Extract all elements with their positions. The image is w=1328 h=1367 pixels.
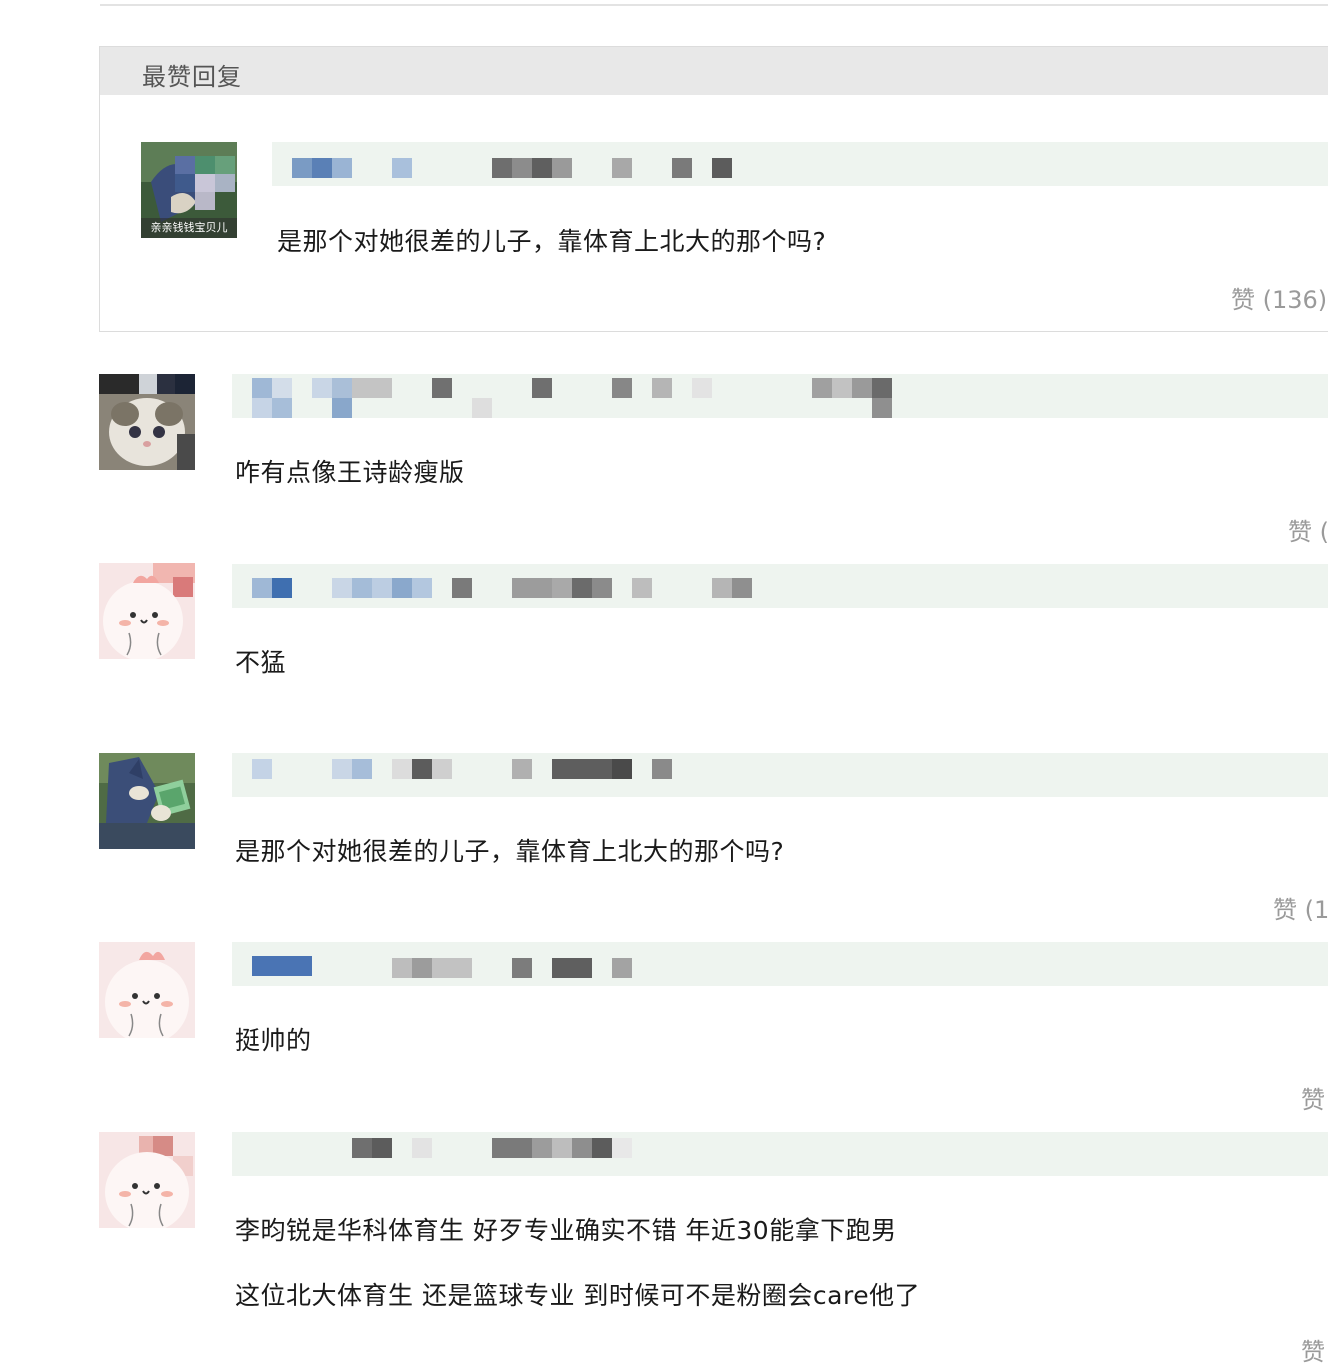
section-title: 最赞回复 — [142, 63, 242, 91]
svg-text:亲亲钱钱宝贝儿: 亲亲钱钱宝贝儿 — [151, 220, 228, 234]
comment-text-line-2: 这位北大体育生 还是篮球专业 到时候可不是粉圈会care他了 — [235, 1281, 921, 1310]
avatar[interactable] — [99, 374, 195, 470]
section-header: 最赞回复 — [100, 47, 1328, 95]
cartoon-cat-avatar-icon — [99, 753, 195, 849]
cartoon-cat-avatar-icon: 亲亲钱钱宝贝儿 — [141, 142, 237, 238]
like-button[interactable]: 赞 — [1301, 1080, 1325, 1115]
avatar[interactable] — [99, 942, 195, 1038]
username-blurred[interactable] — [232, 753, 1328, 797]
like-button[interactable]: 赞 (1 — [1273, 890, 1328, 925]
cat-photo-avatar-icon — [99, 374, 195, 470]
comment-text-line-1: 李昀锐是华科体育生 好歹专业确实不错 年近30能拿下跑男 — [235, 1216, 897, 1245]
comment-text: 不猛 — [235, 648, 287, 677]
username-blurred[interactable] — [232, 564, 1328, 608]
comment-text: 是那个对她很差的儿子，靠体育上北大的那个吗? — [235, 837, 785, 866]
username-blurred[interactable] — [272, 142, 1328, 186]
pink-cartoon-avatar-icon — [99, 942, 195, 1038]
pink-cartoon-avatar-icon — [99, 563, 195, 659]
avatar[interactable]: 亲亲钱钱宝贝儿 — [141, 142, 237, 238]
username-blurred[interactable] — [232, 942, 1328, 986]
comment-text: 是那个对她很差的儿子，靠体育上北大的那个吗? — [277, 227, 827, 256]
avatar[interactable] — [99, 753, 195, 849]
username-blurred[interactable] — [232, 1132, 1328, 1176]
top-divider — [100, 4, 1328, 6]
like-button[interactable]: 赞 (136) — [1231, 280, 1327, 315]
like-button[interactable]: 赞 — [1301, 1332, 1325, 1367]
avatar[interactable] — [99, 563, 195, 659]
avatar[interactable] — [99, 1132, 195, 1228]
comment-text: 挺帅的 — [235, 1026, 312, 1055]
comment-text: 咋有点像王诗龄瘦版 — [235, 458, 465, 487]
like-button[interactable]: 赞 ( — [1288, 512, 1328, 547]
username-blurred[interactable] — [232, 374, 1328, 418]
pink-cartoon-avatar-icon — [99, 1132, 195, 1228]
top-replies-section: 最赞回复 — [99, 46, 1328, 332]
